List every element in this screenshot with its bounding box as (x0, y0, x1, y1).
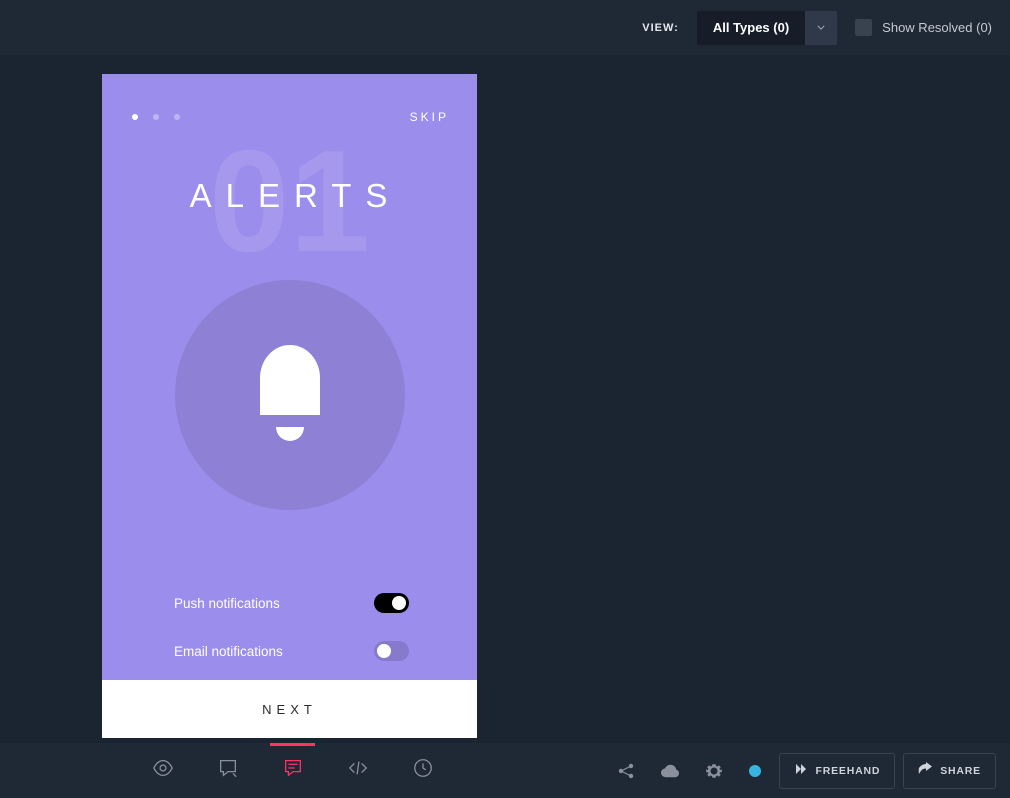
type-filter[interactable]: All Types (0) (697, 11, 837, 45)
page-dot[interactable] (174, 114, 180, 120)
next-label: NEXT (262, 702, 317, 717)
toggle-push-notifications[interactable] (374, 593, 409, 613)
code-icon (347, 757, 369, 784)
chevron-down-icon[interactable] (805, 11, 837, 45)
settings-list: Push notifications Email notifications (174, 593, 409, 661)
freehand-icon (794, 762, 808, 779)
share-nodes-icon[interactable] (617, 762, 635, 780)
view-label: VIEW: (642, 22, 679, 34)
page-dot[interactable] (132, 114, 138, 120)
page-dot[interactable] (153, 114, 159, 120)
chat-bubble-icon (217, 757, 239, 784)
eye-icon (152, 757, 174, 784)
setting-email-notifications: Email notifications (174, 641, 409, 661)
toggle-email-notifications[interactable] (374, 641, 409, 661)
title-group: 01 ALERTS (102, 129, 477, 274)
share-arrow-icon (918, 762, 932, 779)
history-mode-button[interactable] (390, 743, 455, 798)
comments-panel-button[interactable] (260, 743, 325, 798)
right-icon-group (617, 762, 761, 780)
history-icon (412, 757, 434, 784)
inspect-mode-button[interactable] (325, 743, 390, 798)
bell-icon (251, 345, 329, 445)
gear-icon[interactable] (705, 762, 723, 780)
share-label: SHARE (940, 765, 981, 777)
artboard-mock: SKIP 01 ALERTS Push notifications Email … (102, 74, 477, 738)
setting-push-notifications: Push notifications (174, 593, 409, 613)
page-indicator (132, 114, 180, 120)
cloud-icon[interactable] (661, 762, 679, 780)
top-toolbar: VIEW: All Types (0) Show Resolved (0) (0, 0, 1010, 55)
type-filter-value[interactable]: All Types (0) (697, 11, 805, 45)
preview-mode-button[interactable] (130, 743, 195, 798)
chat-lines-icon (282, 757, 304, 784)
show-resolved-label: Show Resolved (0) (882, 20, 992, 35)
setting-label: Email notifications (174, 644, 283, 659)
status-dot-icon[interactable] (749, 765, 761, 777)
page-title: ALERTS (102, 177, 477, 215)
freehand-button[interactable]: FREEHAND (779, 753, 896, 789)
next-button[interactable]: NEXT (102, 680, 477, 738)
skip-button[interactable]: SKIP (410, 110, 449, 124)
freehand-label: FREEHAND (816, 765, 881, 777)
checkbox-icon[interactable] (855, 19, 872, 36)
share-button[interactable]: SHARE (903, 753, 996, 789)
hero-circle (175, 280, 405, 510)
canvas[interactable]: SKIP 01 ALERTS Push notifications Email … (0, 55, 1010, 798)
show-resolved-toggle[interactable]: Show Resolved (0) (855, 19, 992, 36)
bottom-toolbar: FREEHAND SHARE (0, 743, 1010, 798)
setting-label: Push notifications (174, 596, 280, 611)
mode-tabs (130, 743, 455, 798)
comment-mode-button[interactable] (195, 743, 260, 798)
